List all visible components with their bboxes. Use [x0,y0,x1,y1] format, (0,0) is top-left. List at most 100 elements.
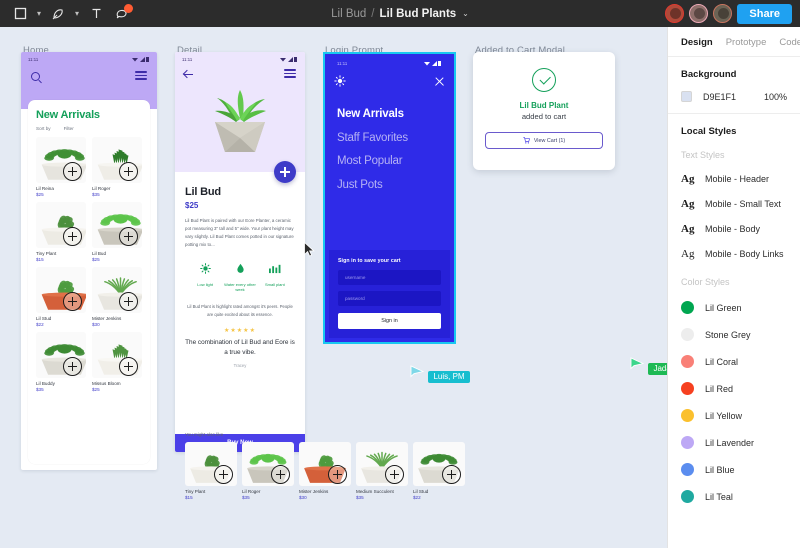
breadcrumb-project[interactable]: Lil Bud [331,8,366,20]
close-icon[interactable] [434,76,445,87]
text-style-row[interactable]: Ag Mobile - Small Text [681,198,787,210]
color-style-row[interactable]: Lil Green [681,301,787,314]
login-menu-item[interactable]: Just Pots [337,174,442,198]
login-menu-item[interactable]: New Arrivals [337,103,442,127]
password-input[interactable]: password [338,291,441,306]
add-product-button[interactable] [119,357,138,376]
product-price: $35 [242,495,250,500]
color-style-row[interactable]: Lil Coral [681,355,787,368]
tool-group: ▾ ▾ [0,3,134,25]
breadcrumb-page[interactable]: Lil Bud Plants [380,8,457,20]
color-style-row[interactable]: Lil Teal [681,490,787,503]
hamburger-icon[interactable] [284,69,296,80]
back-arrow-icon[interactable] [184,69,194,79]
add-product-button[interactable] [385,465,404,484]
also-like-carousel[interactable]: You might also like Tiny Plant $15 Lil R… [175,432,475,500]
product-card[interactable]: Lil Stud $22 [36,267,86,327]
view-cart-button[interactable]: View Cart (1) [485,132,603,149]
star-rating: ★★★★★ [224,327,256,334]
color-style-row[interactable]: Lil Blue [681,463,787,476]
add-product-button[interactable] [119,227,138,246]
product-card[interactable]: Lil Buddy $35 [36,332,86,392]
text-style-row[interactable]: Ag Mobile - Header [681,173,787,185]
care-info-row: Low light Water every other week Small p… [185,261,295,293]
background-fill-row[interactable]: D9E1F1 100% [681,91,787,102]
add-product-button[interactable] [63,292,82,311]
username-input[interactable]: username [338,270,441,285]
avatar[interactable] [689,4,709,23]
share-button[interactable]: Share [737,3,792,24]
add-product-button[interactable] [119,162,138,181]
avatar[interactable] [665,4,685,23]
product-card[interactable]: Mister Jenkins $30 [92,267,142,327]
pen-tool-chevron-down-icon[interactable]: ▾ [72,3,82,25]
care-item: Water every other week [223,261,257,293]
pen-tool[interactable] [46,3,70,25]
search-icon[interactable] [31,71,40,81]
also-like-card[interactable]: Medium Succulent $35 [356,442,408,500]
product-card[interactable]: Missus Bloom $25 [92,332,142,392]
text-style-sample: Ag [681,223,695,235]
color-style-row[interactable]: Stone Grey [681,328,787,341]
add-product-button[interactable] [63,357,82,376]
hero-plant-image [215,90,266,152]
product-card[interactable]: Lil Reina $25 [36,137,86,197]
background-heading: Background [681,69,737,80]
text-style-row[interactable]: Ag Mobile - Body Links [681,248,787,260]
color-style-row[interactable]: Lil Yellow [681,409,787,422]
artboard-detail[interactable]: 11:11 Lil Bud $25 Lil Bud Plant is paire… [175,52,305,452]
color-style-row[interactable]: Lil Red [681,382,787,395]
add-product-button[interactable] [63,162,82,181]
add-product-button[interactable] [214,465,233,484]
add-product-button[interactable] [119,292,138,311]
also-like-card[interactable]: Tiny Plant $15 [185,442,237,500]
add-product-button[interactable] [328,465,347,484]
also-like-row: Tiny Plant $15 Lil Roger $35 Mister Jenk… [175,437,475,500]
background-opacity-value[interactable]: 100% [764,92,787,102]
product-name: Mister Jenkins [92,315,122,321]
color-style-row[interactable]: Lil Lavender [681,436,787,449]
also-like-card[interactable]: Mister Jenkins $30 [299,442,351,500]
add-to-cart-fab[interactable] [274,161,296,183]
frame-tool-chevron-down-icon[interactable]: ▾ [34,3,44,25]
signin-button[interactable]: Sign in [338,313,441,329]
sort-by-dropdown[interactable]: Sort by [36,126,51,131]
right-properties-panel: Design Prototype Code Background D9E1F1 10… [667,27,800,548]
login-menu-item[interactable]: Most Popular [337,150,442,174]
panel-tab-prototype[interactable]: Prototype [726,37,767,48]
panel-tab-code[interactable]: Code [779,37,800,48]
text-style-name: Mobile - Body Links [705,249,784,259]
avatar[interactable] [713,4,733,23]
frame-tool[interactable] [8,3,32,25]
comment-tool[interactable] [110,3,134,25]
add-product-button[interactable] [442,465,461,484]
breadcrumb-chevron-down-icon[interactable]: ⌄ [462,9,469,18]
product-card[interactable]: Lil Roger $35 [92,137,142,197]
status-icons [132,56,150,62]
add-product-button[interactable] [271,465,290,484]
filter-dropdown[interactable]: Filter [64,126,74,131]
background-hex-value[interactable]: D9E1F1 [703,92,736,102]
sun-icon[interactable] [334,75,346,87]
login-menu-item[interactable]: Staff Favorites [337,127,442,151]
artboard-login-prompt[interactable]: 11:11 New Arrivals Staff Favorites Most … [323,52,456,344]
text-tool[interactable] [84,3,108,25]
artboard-cart-modal[interactable]: Lil Bud Plant added to cart View Cart (1… [473,52,615,170]
bar-chart-icon [269,264,281,273]
artboard-home[interactable]: 11:11 New Arrivals Sort by Filter Lil Re… [21,52,157,470]
product-card[interactable]: Tiny Plant $15 [36,202,86,262]
also-like-card[interactable]: Lil Stud $22 [413,442,465,500]
status-bar: 11:11 [21,52,157,63]
add-product-button[interactable] [63,227,82,246]
also-like-card[interactable]: Lil Roger $35 [242,442,294,500]
product-image [92,137,142,183]
collaborator-label: Luis, PM [428,370,470,383]
product-price: $22 [413,495,421,500]
text-style-row[interactable]: Ag Mobile - Body [681,223,787,235]
product-card[interactable]: Lil Bud $25 [92,202,142,262]
background-color-swatch[interactable] [681,91,692,102]
cart-product-name: Lil Bud Plant [519,101,569,110]
panel-tab-design[interactable]: Design [681,37,713,48]
hamburger-icon[interactable] [135,71,147,82]
care-label: Low light [197,281,214,287]
